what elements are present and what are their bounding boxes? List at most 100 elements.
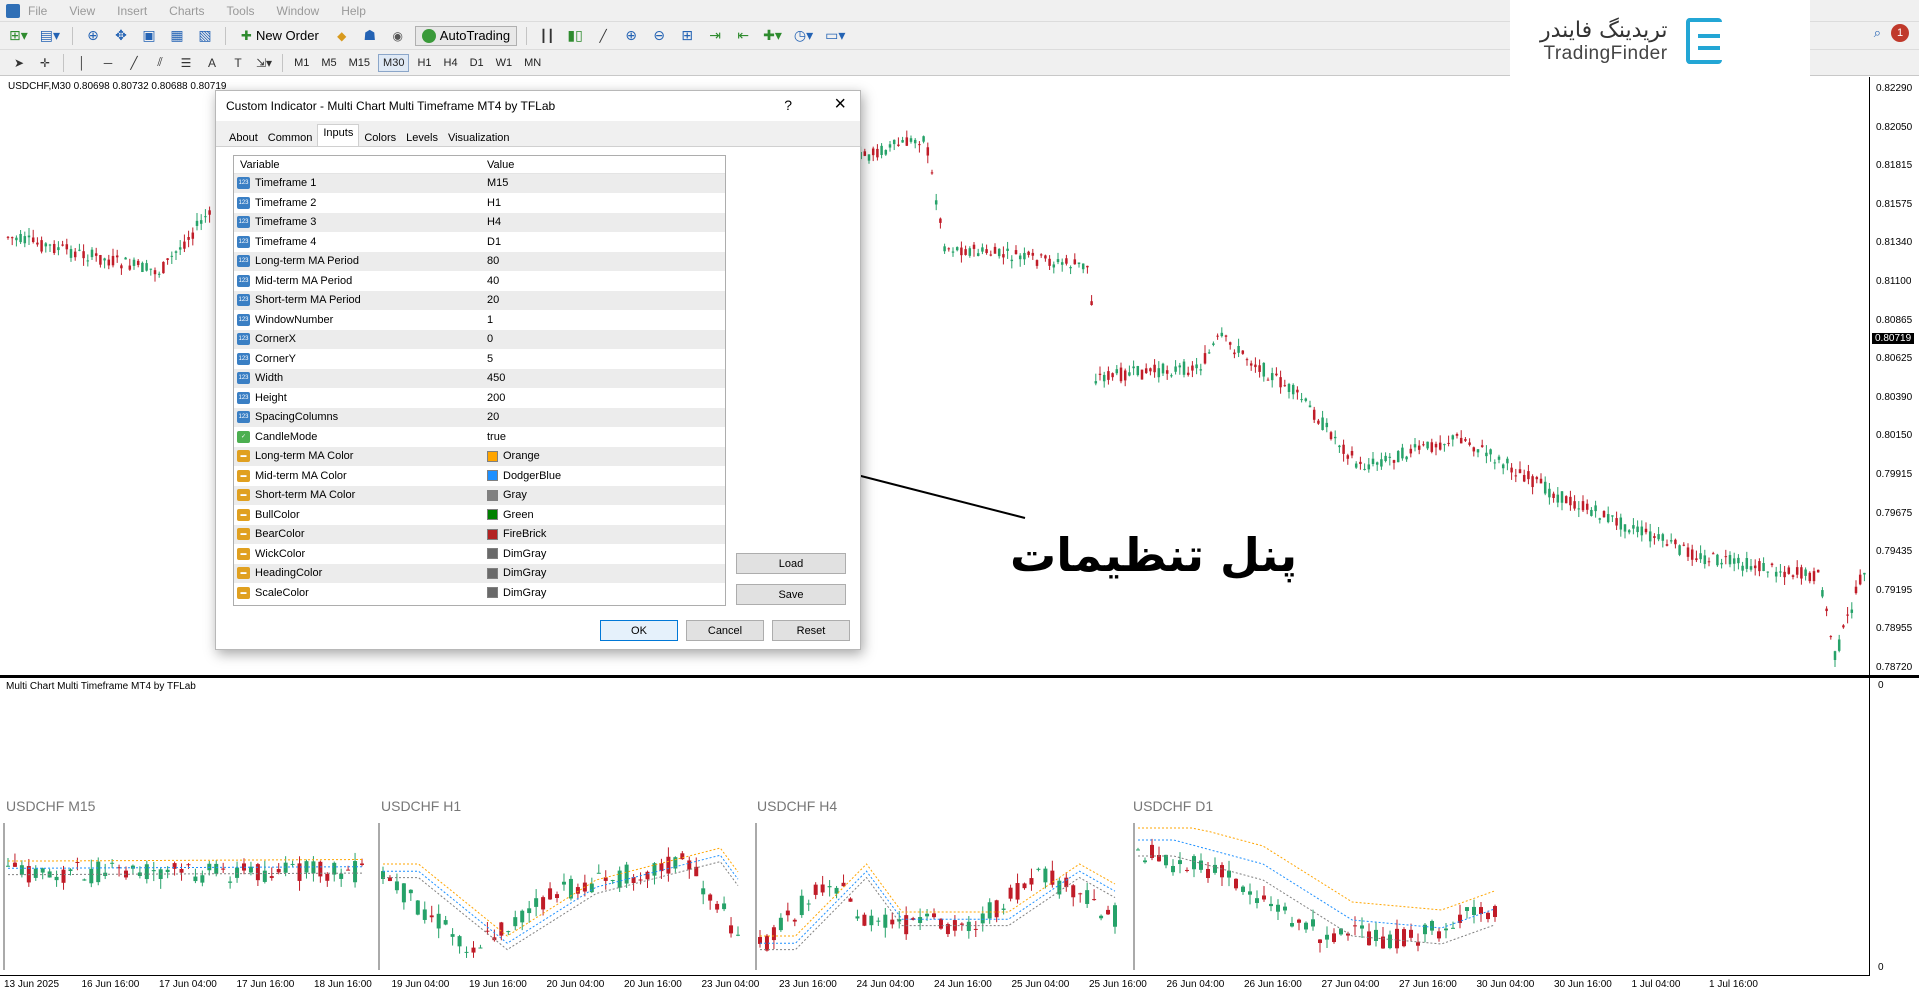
table-row[interactable]: 123 SpacingColumns 20 bbox=[234, 408, 725, 428]
text-label-icon[interactable]: T bbox=[227, 53, 249, 73]
timeframe-w1[interactable]: W1 bbox=[492, 54, 517, 72]
variable-value[interactable]: H1 bbox=[487, 197, 501, 209]
table-row[interactable]: 123 Short-term MA Period 20 bbox=[234, 291, 725, 311]
trendline-icon[interactable]: ╱ bbox=[123, 53, 145, 73]
timeframe-d1[interactable]: D1 bbox=[466, 54, 488, 72]
value-cell[interactable]: 1 bbox=[481, 314, 493, 326]
cancel-button[interactable]: Cancel bbox=[686, 620, 764, 641]
notification-badge[interactable]: 1 bbox=[1891, 24, 1909, 42]
variable-value[interactable]: 5 bbox=[487, 353, 493, 365]
cursor-icon[interactable]: ➤ bbox=[8, 53, 30, 73]
table-row[interactable]: ▬ ScaleColor DimGray bbox=[234, 584, 725, 603]
value-cell[interactable]: 20 bbox=[481, 294, 499, 306]
timeframe-m15[interactable]: M15 bbox=[345, 54, 374, 72]
timeframe-h4[interactable]: H4 bbox=[440, 54, 462, 72]
data-window-icon[interactable]: ✥ bbox=[110, 26, 132, 46]
autoscroll-icon[interactable]: ⇥ bbox=[704, 26, 726, 46]
chart-shift-icon[interactable]: ⇤ bbox=[732, 26, 754, 46]
tab-levels[interactable]: Levels bbox=[401, 130, 443, 146]
tab-about[interactable]: About bbox=[224, 130, 263, 146]
menu-help[interactable]: Help bbox=[341, 4, 366, 18]
variable-value[interactable]: true bbox=[487, 431, 506, 443]
table-row[interactable]: 123 CornerY 5 bbox=[234, 350, 725, 369]
table-row[interactable]: 123 WindowNumber 1 bbox=[234, 311, 725, 330]
new-order-button[interactable]: ✚ New Order bbox=[235, 26, 325, 46]
variable-value[interactable]: D1 bbox=[487, 236, 501, 248]
value-cell[interactable]: D1 bbox=[481, 236, 501, 248]
variable-value[interactable]: FireBrick bbox=[503, 528, 546, 540]
menu-file[interactable]: File bbox=[28, 4, 47, 18]
timeframe-h1[interactable]: H1 bbox=[413, 54, 435, 72]
value-cell[interactable]: Orange bbox=[481, 450, 540, 462]
profiles-icon[interactable]: ▤▾ bbox=[37, 26, 63, 46]
table-row[interactable]: ▬ WickColor DimGray bbox=[234, 545, 725, 564]
menu-window[interactable]: Window bbox=[277, 4, 320, 18]
table-row[interactable]: ▬ Mid-term MA Color DodgerBlue bbox=[234, 467, 725, 486]
variable-value[interactable]: 80 bbox=[487, 255, 499, 267]
variable-value[interactable]: H4 bbox=[487, 216, 501, 228]
zoom-out-icon[interactable]: ⊖ bbox=[648, 26, 670, 46]
reset-button[interactable]: Reset bbox=[772, 620, 850, 641]
metaeditor-icon[interactable]: ◆ bbox=[331, 26, 353, 46]
indicators-icon[interactable]: ✚▾ bbox=[760, 26, 785, 46]
periods-icon[interactable]: ◷▾ bbox=[791, 26, 816, 46]
value-cell[interactable]: DimGray bbox=[481, 567, 546, 579]
arrows-icon[interactable]: ⇲▾ bbox=[253, 53, 275, 73]
table-row[interactable]: ▬ BullColor Green bbox=[234, 506, 725, 525]
globe-icon[interactable]: ◉ bbox=[387, 26, 409, 46]
value-cell[interactable]: 80 bbox=[481, 255, 499, 267]
line-chart-icon[interactable]: ╱ bbox=[592, 26, 614, 46]
table-row[interactable]: ▬ Short-term MA Color Gray bbox=[234, 486, 725, 506]
strategy-tester-icon[interactable]: ▧ bbox=[194, 26, 216, 46]
table-row[interactable]: ▬ BearColor FireBrick bbox=[234, 525, 725, 545]
value-cell[interactable]: Green bbox=[481, 509, 534, 521]
table-row[interactable]: ✓ CandleMode true bbox=[234, 428, 725, 447]
variable-value[interactable]: 40 bbox=[487, 275, 499, 287]
search-icon[interactable]: ⌕ bbox=[1874, 25, 1881, 41]
timeframe-m1[interactable]: M1 bbox=[290, 54, 313, 72]
tab-visualization[interactable]: Visualization bbox=[443, 130, 515, 146]
variable-value[interactable]: DimGray bbox=[503, 548, 546, 560]
table-row[interactable]: 123 Timeframe 2 H1 bbox=[234, 194, 725, 213]
variable-value[interactable]: M15 bbox=[487, 177, 508, 189]
bar-chart-icon[interactable]: ┃┃ bbox=[536, 26, 558, 46]
value-cell[interactable]: 20 bbox=[481, 411, 499, 423]
variable-value[interactable]: Green bbox=[503, 509, 534, 521]
variable-value[interactable]: 200 bbox=[487, 392, 505, 404]
close-icon[interactable]: × bbox=[834, 93, 846, 116]
table-row[interactable]: 123 Long-term MA Period 80 bbox=[234, 252, 725, 272]
variable-value[interactable]: 20 bbox=[487, 411, 499, 423]
value-cell[interactable]: H1 bbox=[481, 197, 501, 209]
value-cell[interactable]: M15 bbox=[481, 177, 508, 189]
horizontal-line-icon[interactable]: ─ bbox=[97, 53, 119, 73]
variable-value[interactable]: 20 bbox=[487, 294, 499, 306]
value-cell[interactable]: Gray bbox=[481, 489, 527, 501]
table-row[interactable]: 123 Timeframe 1 M15 bbox=[234, 174, 725, 194]
value-cell[interactable]: 0 bbox=[481, 333, 493, 345]
table-row[interactable]: 123 CornerX 0 bbox=[234, 330, 725, 350]
value-cell[interactable]: 5 bbox=[481, 353, 493, 365]
zoom-in-icon[interactable]: ⊕ bbox=[620, 26, 642, 46]
variable-value[interactable]: DimGray bbox=[503, 587, 546, 599]
tab-inputs[interactable]: Inputs bbox=[317, 124, 360, 146]
menu-tools[interactable]: Tools bbox=[227, 4, 255, 18]
variable-value[interactable]: Orange bbox=[503, 450, 540, 462]
table-row[interactable]: 123 Width 450 bbox=[234, 369, 725, 389]
table-row[interactable]: 123 Mid-term MA Period 40 bbox=[234, 272, 725, 291]
fibonacci-icon[interactable]: ☰ bbox=[175, 53, 197, 73]
ok-button[interactable]: OK bbox=[600, 620, 678, 641]
variable-value[interactable]: 1 bbox=[487, 314, 493, 326]
value-cell[interactable]: DimGray bbox=[481, 548, 546, 560]
variable-value[interactable]: 450 bbox=[487, 372, 505, 384]
candlestick-icon[interactable]: ▮▯ bbox=[564, 26, 586, 46]
table-row[interactable]: 123 Height 200 bbox=[234, 389, 725, 408]
crosshair-icon[interactable]: ✛ bbox=[34, 53, 56, 73]
terminal-icon[interactable]: ▦ bbox=[166, 26, 188, 46]
tab-common[interactable]: Common bbox=[263, 130, 318, 146]
market-watch-icon[interactable]: ⊕ bbox=[82, 26, 104, 46]
table-row[interactable]: ▬ Long-term MA Color Orange bbox=[234, 447, 725, 467]
value-cell[interactable]: FireBrick bbox=[481, 528, 546, 540]
menu-view[interactable]: View bbox=[69, 4, 95, 18]
save-button[interactable]: Save bbox=[736, 584, 846, 605]
value-cell[interactable]: H4 bbox=[481, 216, 501, 228]
